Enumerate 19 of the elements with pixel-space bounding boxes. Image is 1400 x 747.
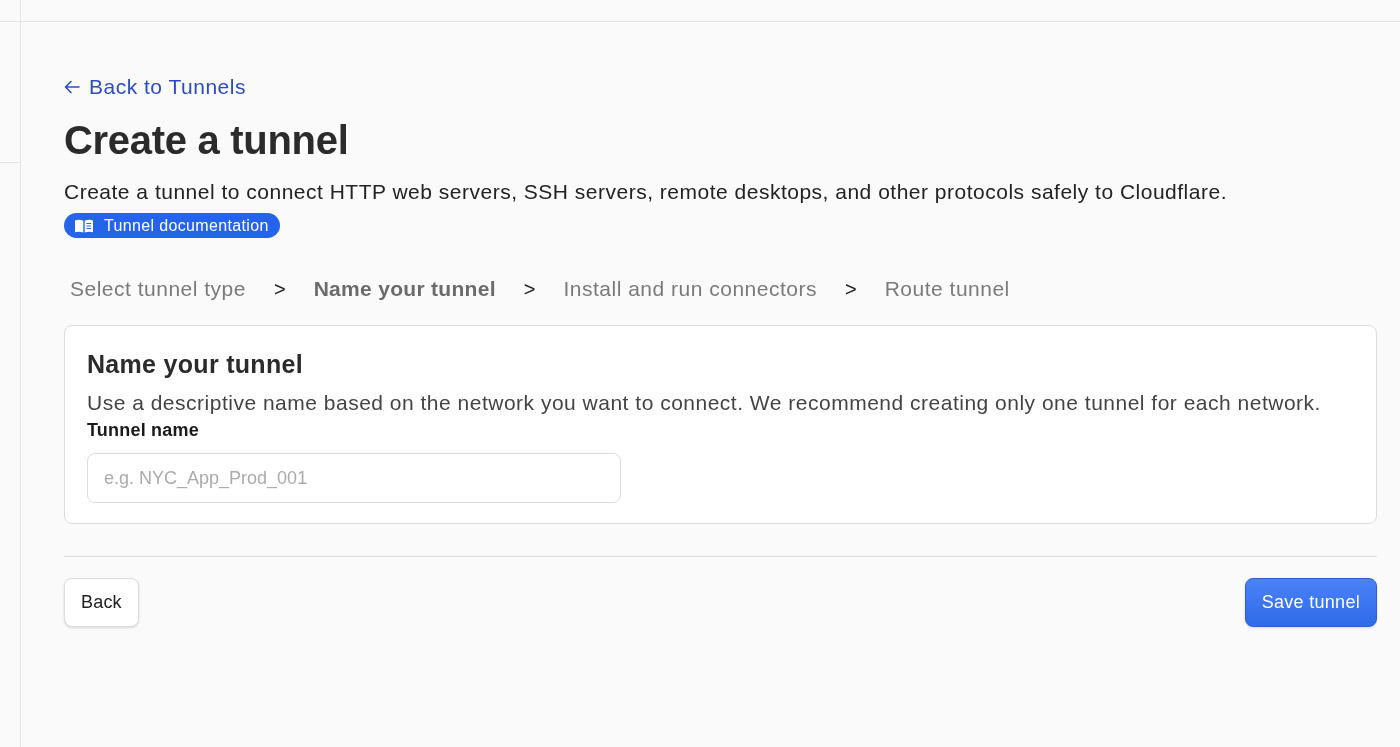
step-tab[interactable]: Select tunnel type (70, 273, 246, 305)
documentation-badge[interactable]: Tunnel documentation (64, 213, 280, 238)
back-button[interactable]: Back (64, 578, 139, 627)
book-icon (75, 218, 93, 233)
page-title: Create a tunnel (64, 117, 349, 164)
back-link[interactable]: Back to Tunnels (64, 74, 246, 100)
arrow-left-icon (64, 80, 80, 94)
step-tab[interactable]: Route tunnel (884, 273, 1010, 305)
step-separator: > (523, 277, 536, 302)
page-description: Create a tunnel to connect HTTP web servers, SSH servers, remote desktops, and other protocols safely to Cloudflare. (64, 179, 1227, 205)
step-tab[interactable]: Install and run connectors (563, 273, 817, 305)
step-tab[interactable]: Name your tunnel (313, 273, 496, 305)
save-button[interactable]: Save tunnel (1244, 578, 1377, 627)
card-description: Use a descriptive name based on the network you want to connect. We recommend creating only one tunnel for each network. (87, 390, 1321, 416)
step-separator: > (273, 277, 286, 302)
card-heading: Name your tunnel (87, 349, 303, 379)
step-separator: > (845, 277, 857, 302)
field-label: Tunnel name (87, 419, 199, 441)
tunnel-name-input[interactable]: e.g. NYC_App_Prod_001 (87, 453, 621, 503)
